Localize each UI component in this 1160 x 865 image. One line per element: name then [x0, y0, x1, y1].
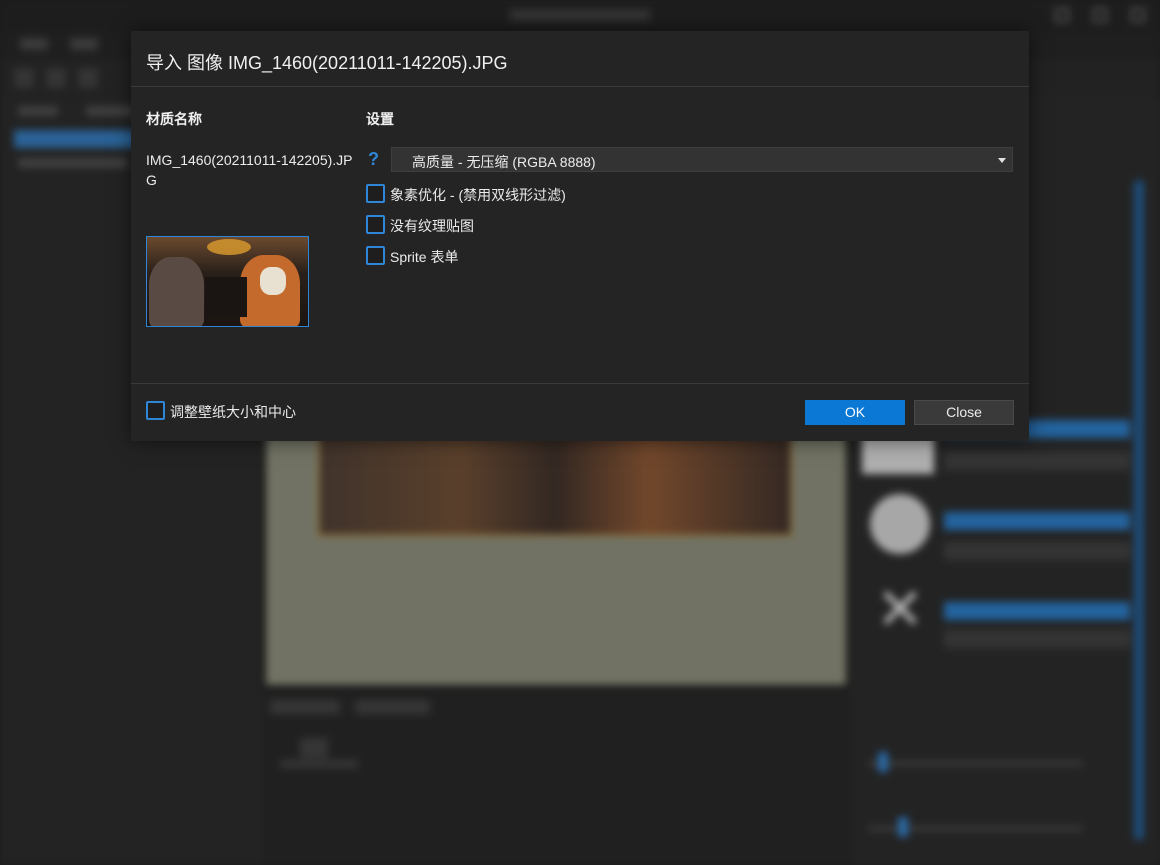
slider-knob [878, 752, 888, 772]
image-thumbnail [146, 236, 309, 327]
x-thumb-icon: ✕ [875, 577, 925, 642]
resize-center-label: 调整壁纸大小和中心 [170, 404, 296, 420]
right-panel-button [944, 512, 1130, 530]
menu-item [20, 38, 48, 50]
pixel-optimize-checkbox[interactable] [366, 184, 385, 203]
quality-select-value: 高质量 - 无压缩 (RGBA 8888) [412, 154, 596, 170]
material-name-heading: 材质名称 [146, 111, 202, 127]
pixel-optimize-label: 象素优化 - (禁用双线形过滤) [390, 187, 566, 203]
right-panel-button [944, 602, 1130, 620]
tool-icon [14, 68, 34, 88]
left-panel-label [86, 106, 136, 116]
bottom-item-label [280, 760, 358, 768]
quality-select[interactable]: 高质量 - 无压缩 (RGBA 8888) [391, 147, 1013, 172]
maximize-icon [1093, 8, 1107, 22]
bottom-item-icon [300, 738, 328, 758]
circle-thumb-icon [870, 494, 930, 554]
sprite-sheet-checkbox[interactable] [366, 246, 385, 265]
ok-button[interactable]: OK [805, 400, 905, 425]
footer-divider [131, 383, 1029, 384]
dialog-title: 导入 图像 IMG_1460(20211011-142205).JPG [146, 53, 508, 73]
no-mipmaps-label: 没有纹理贴图 [390, 218, 474, 234]
settings-heading: 设置 [366, 111, 394, 127]
close-window-icon [1131, 8, 1145, 22]
chevron-down-icon [998, 158, 1006, 163]
left-panel-label [18, 106, 58, 116]
bottom-tab [270, 700, 340, 714]
left-panel-item [18, 158, 128, 168]
right-panel-scrollbar [1134, 180, 1144, 840]
resize-center-checkbox[interactable] [146, 401, 165, 420]
question-mark-icon[interactable]: ? [368, 149, 379, 170]
sprite-sheet-label: Sprite 表单 [390, 249, 459, 265]
no-mipmaps-checkbox[interactable] [366, 215, 385, 234]
app-title [510, 9, 650, 21]
menu-item [70, 38, 98, 50]
right-panel-button [944, 630, 1130, 648]
tool-icon [78, 68, 98, 88]
bottom-tab [355, 700, 430, 714]
close-button[interactable]: Close [914, 400, 1014, 425]
header-divider [131, 86, 1029, 87]
import-image-dialog: 导入 图像 IMG_1460(20211011-142205).JPG 材质名称… [131, 31, 1029, 441]
tool-icon [46, 68, 66, 88]
bottom-panel [262, 690, 848, 865]
material-name: IMG_1460(20211011-142205).JPG [146, 152, 353, 188]
minimize-icon [1055, 8, 1069, 22]
right-panel-slider [868, 762, 1083, 765]
slider-knob [898, 817, 908, 837]
right-panel-button [944, 452, 1130, 470]
right-panel-button [944, 542, 1130, 560]
